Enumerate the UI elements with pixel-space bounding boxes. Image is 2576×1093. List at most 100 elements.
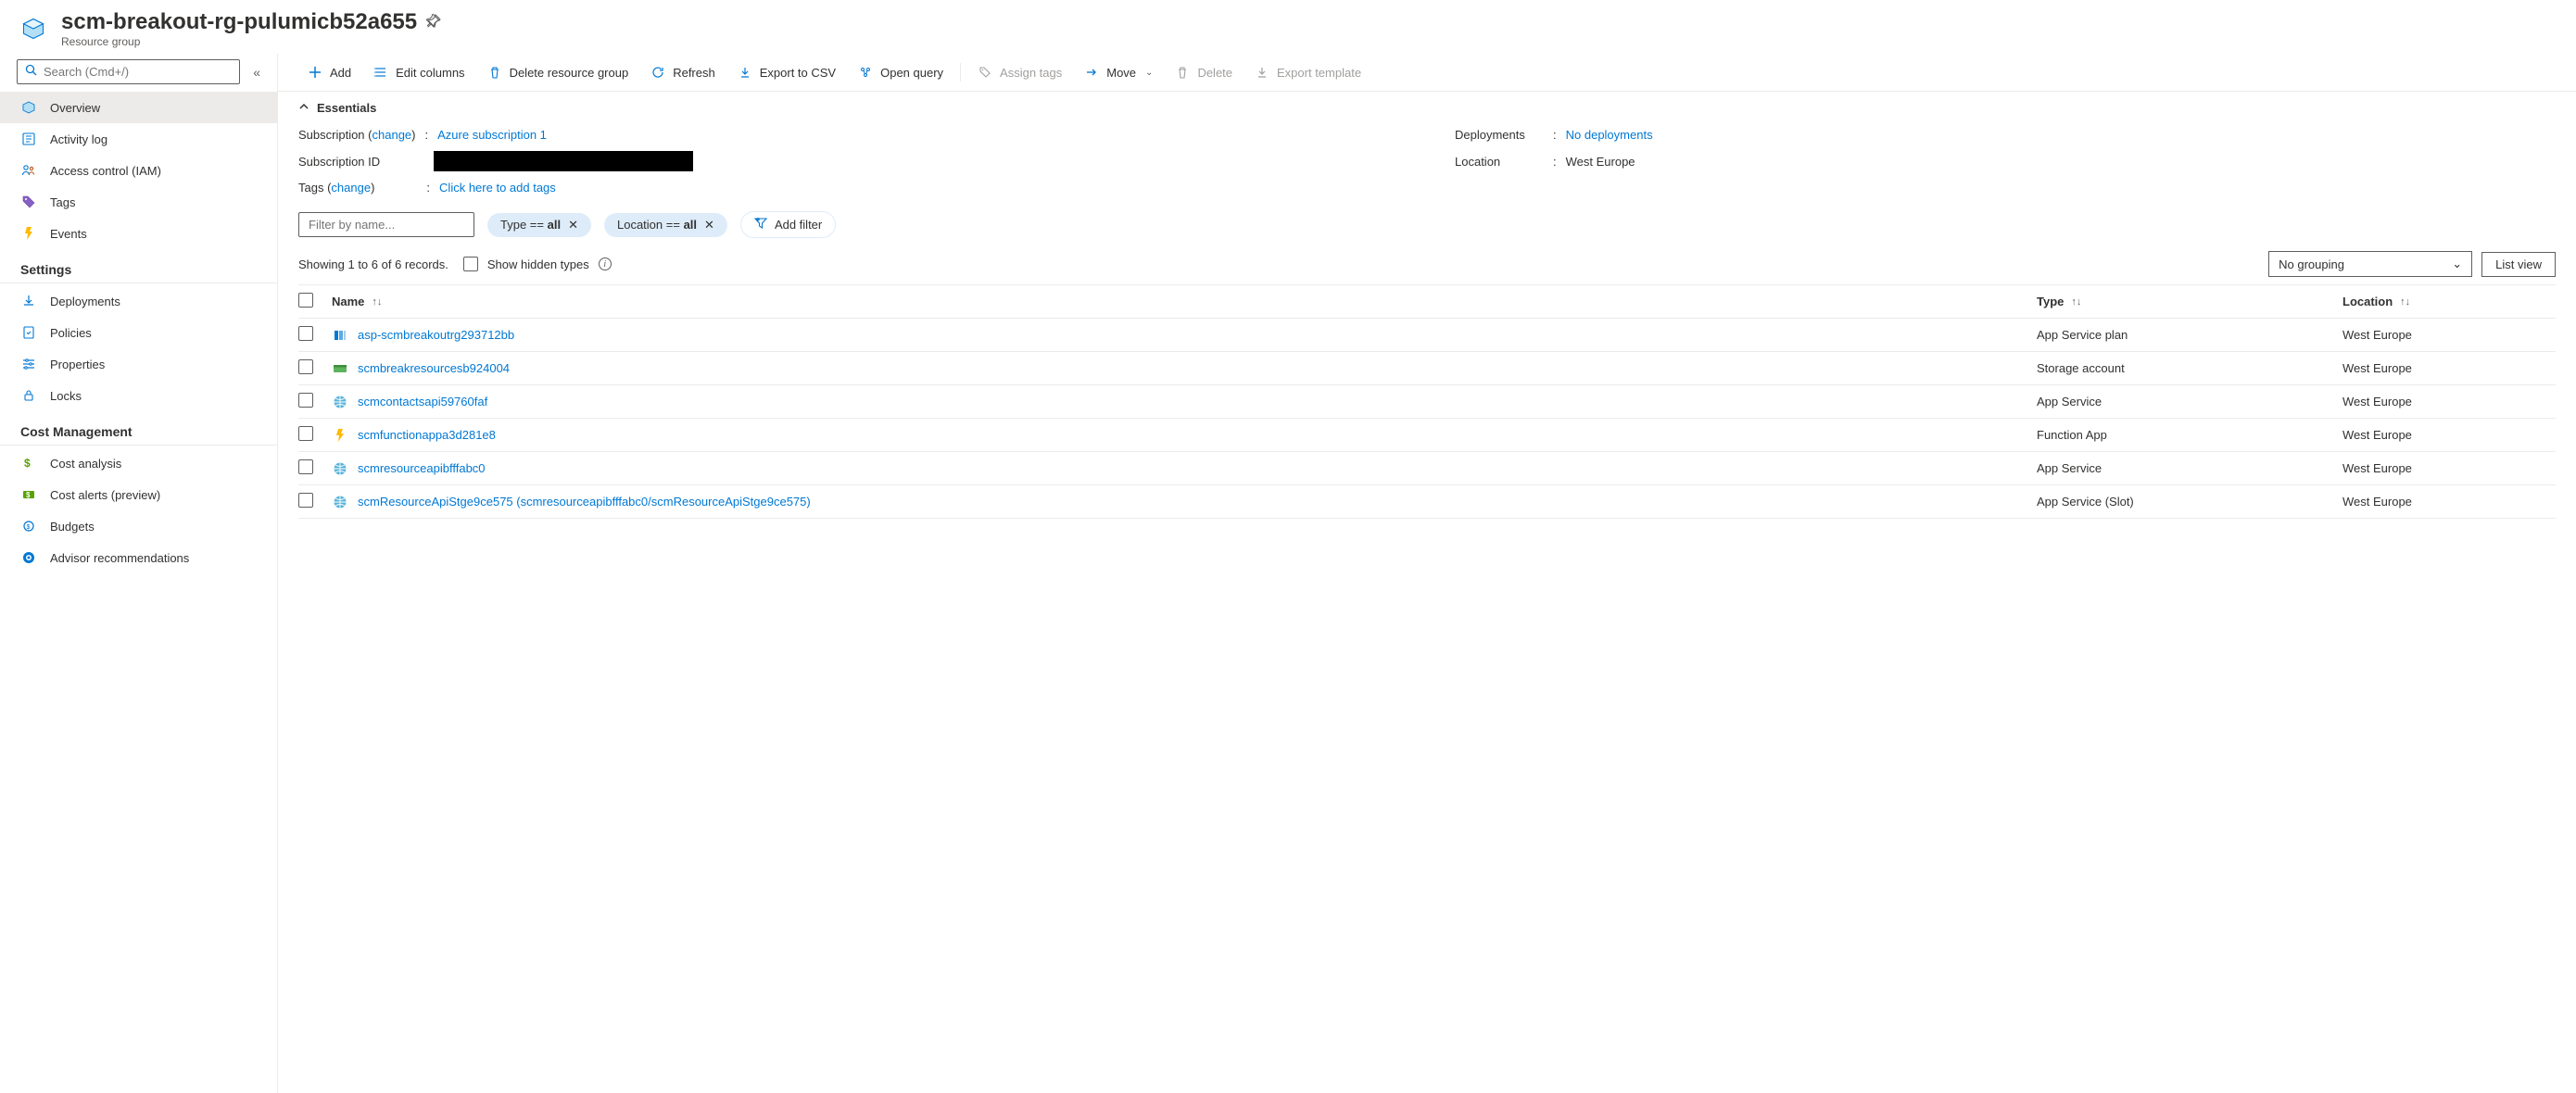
column-header-name[interactable]: Name ↑↓ — [332, 295, 2037, 308]
events-icon — [20, 225, 37, 242]
query-icon — [858, 65, 873, 80]
row-checkbox[interactable] — [298, 459, 313, 474]
nav-cost-analysis[interactable]: $ Cost analysis — [0, 447, 277, 479]
resource-link[interactable]: scmResourceApiStge9ce575 (scmresourceapi… — [358, 495, 811, 509]
toolbar-refresh[interactable]: Refresh — [639, 59, 726, 85]
budgets-icon: $ — [20, 518, 37, 534]
nav-label: Activity log — [50, 132, 107, 146]
table-row: scmcontactsapi59760fafApp ServiceWest Eu… — [298, 385, 2556, 419]
trash-icon — [487, 65, 502, 80]
cost-analysis-icon: $ — [20, 455, 37, 471]
resource-link[interactable]: scmfunctionappa3d281e8 — [358, 428, 496, 442]
toolbar-delete-rg[interactable]: Delete resource group — [476, 59, 640, 85]
nav-activity-log[interactable]: Activity log — [0, 123, 277, 155]
add-filter-button[interactable]: Add filter — [740, 211, 836, 238]
resource-link[interactable]: scmcontactsapi59760faf — [358, 395, 487, 408]
sidebar-search-input[interactable] — [44, 65, 232, 79]
essentials-subscription-label: Subscription (change) — [298, 128, 416, 142]
nav-deployments[interactable]: Deployments — [0, 285, 277, 317]
toolbar-label: Move — [1106, 66, 1136, 80]
app-service-icon — [332, 460, 348, 477]
grouping-value: No grouping — [2279, 258, 2344, 271]
page-title: scm-breakout-rg-pulumicb52a655 — [61, 9, 417, 35]
chevron-down-icon: ⌄ — [1145, 68, 1153, 78]
list-view-label: List view — [2495, 258, 2542, 271]
nav-iam[interactable]: Access control (IAM) — [0, 155, 277, 186]
resource-link[interactable]: scmbreakresourcesb924004 — [358, 361, 510, 375]
row-checkbox[interactable] — [298, 326, 313, 341]
pin-icon[interactable] — [426, 14, 441, 31]
row-checkbox[interactable] — [298, 359, 313, 374]
svg-text:$: $ — [26, 491, 31, 499]
app-service-plan-icon — [332, 327, 348, 344]
info-icon[interactable]: i — [599, 258, 612, 270]
sidebar-search[interactable] — [17, 59, 240, 84]
table-row: scmresourceapibfffabc0App ServiceWest Eu… — [298, 452, 2556, 485]
iam-icon — [20, 162, 37, 179]
nav-label: Tags — [50, 195, 75, 209]
filter-name-input[interactable] — [298, 212, 474, 237]
change-subscription-link[interactable]: change — [373, 128, 412, 142]
toolbar-edit-columns[interactable]: Edit columns — [362, 59, 475, 85]
toolbar-label: Assign tags — [1000, 66, 1062, 80]
advisor-icon — [20, 549, 37, 566]
storage-icon — [332, 360, 348, 377]
table-header: Name ↑↓ Type ↑↓ Location ↑↓ — [298, 284, 2556, 319]
nav-tags[interactable]: Tags — [0, 186, 277, 218]
toolbar-export-csv[interactable]: Export to CSV — [726, 59, 847, 85]
nav-budgets[interactable]: $ Budgets — [0, 510, 277, 542]
nav-label: Events — [50, 227, 87, 241]
nav-cost-alerts[interactable]: $ Cost alerts (preview) — [0, 479, 277, 510]
add-tags-link[interactable]: Click here to add tags — [439, 181, 556, 195]
subscription-link[interactable]: Azure subscription 1 — [437, 128, 547, 142]
section-settings: Settings — [0, 249, 277, 283]
essentials-tags-label: Tags (change) — [298, 181, 374, 195]
resource-location: West Europe — [2342, 428, 2556, 442]
toolbar-label: Delete — [1197, 66, 1232, 80]
resource-link[interactable]: scmresourceapibfffabc0 — [358, 461, 486, 475]
sort-icon: ↑↓ — [372, 296, 382, 308]
toolbar-separator — [960, 63, 961, 82]
row-checkbox[interactable] — [298, 393, 313, 408]
nav-overview[interactable]: Overview — [0, 92, 277, 123]
filter-pill-location[interactable]: Location == all ✕ — [604, 213, 727, 237]
close-icon[interactable]: ✕ — [704, 218, 714, 232]
nav-label: Deployments — [50, 295, 120, 308]
row-checkbox[interactable] — [298, 493, 313, 508]
select-all-checkbox[interactable] — [298, 293, 313, 308]
nav-events[interactable]: Events — [0, 218, 277, 249]
add-icon — [308, 65, 322, 80]
tags-icon — [20, 194, 37, 210]
toolbar-add[interactable]: Add — [297, 59, 362, 85]
nav-advisor[interactable]: Advisor recommendations — [0, 542, 277, 573]
filter-pill-type[interactable]: Type == all ✕ — [487, 213, 591, 237]
toolbar-open-query[interactable]: Open query — [847, 59, 954, 85]
toolbar-move[interactable]: Move ⌄ — [1073, 59, 1164, 85]
column-header-location[interactable]: Location ↑↓ — [2342, 295, 2556, 308]
nav-properties[interactable]: Properties — [0, 348, 277, 380]
activity-log-icon — [20, 131, 37, 147]
row-checkbox[interactable] — [298, 426, 313, 441]
resource-group-small-icon — [20, 99, 37, 116]
app-service-icon — [332, 494, 348, 510]
nav-label: Overview — [50, 101, 100, 115]
close-icon[interactable]: ✕ — [568, 218, 578, 232]
grouping-dropdown[interactable]: No grouping ⌄ — [2268, 251, 2472, 277]
cost-alerts-icon: $ — [20, 486, 37, 503]
list-view-dropdown[interactable]: List view — [2481, 252, 2556, 277]
change-tags-link[interactable]: change — [331, 181, 371, 195]
column-header-type[interactable]: Type ↑↓ — [2037, 295, 2342, 308]
nav-locks[interactable]: Locks — [0, 380, 277, 411]
resource-link[interactable]: asp-scmbreakoutrg293712bb — [358, 328, 514, 342]
toolbar-label: Add — [330, 66, 351, 80]
show-hidden-checkbox[interactable] — [463, 257, 478, 271]
table-row: scmbreakresourcesb924004Storage accountW… — [298, 352, 2556, 385]
essentials-toggle[interactable]: Essentials — [278, 92, 2576, 124]
deployments-link[interactable]: No deployments — [1566, 128, 1653, 142]
column-label: Name — [332, 295, 364, 308]
resource-type: App Service — [2037, 461, 2342, 475]
filter-icon — [754, 217, 767, 232]
nav-policies[interactable]: Policies — [0, 317, 277, 348]
collapse-sidebar-button[interactable]: « — [253, 65, 260, 80]
page-header: scm-breakout-rg-pulumicb52a655 Resource … — [0, 0, 2576, 54]
